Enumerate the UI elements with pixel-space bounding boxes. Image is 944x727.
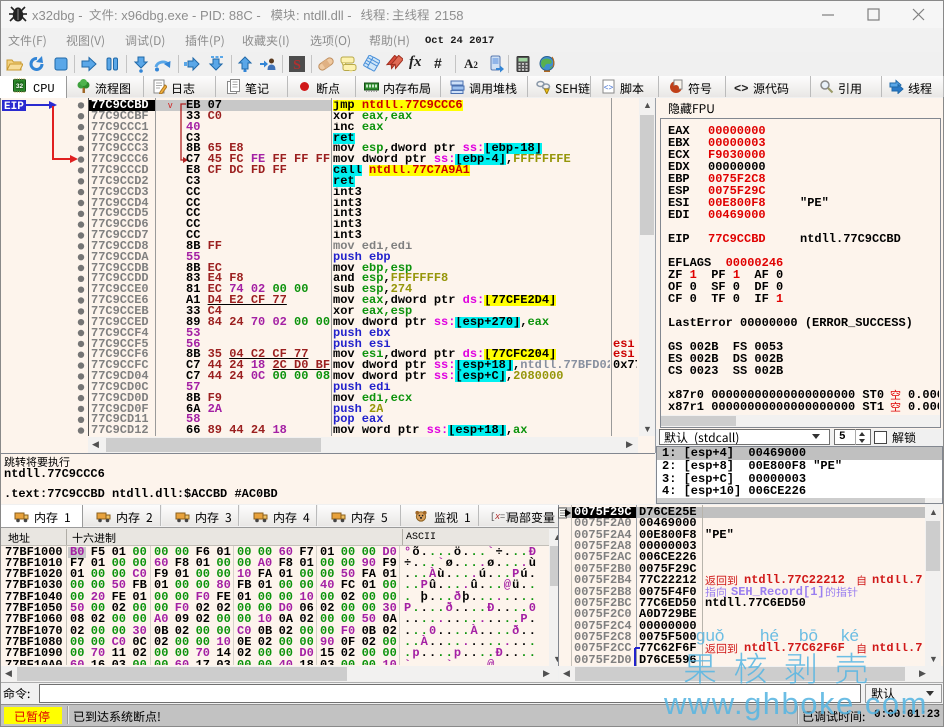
svg-text:<>: <> — [604, 84, 614, 93]
svg-text:32: 32 — [16, 83, 24, 90]
svg-text:S: S — [293, 58, 301, 73]
svg-text:v: v — [168, 100, 173, 110]
